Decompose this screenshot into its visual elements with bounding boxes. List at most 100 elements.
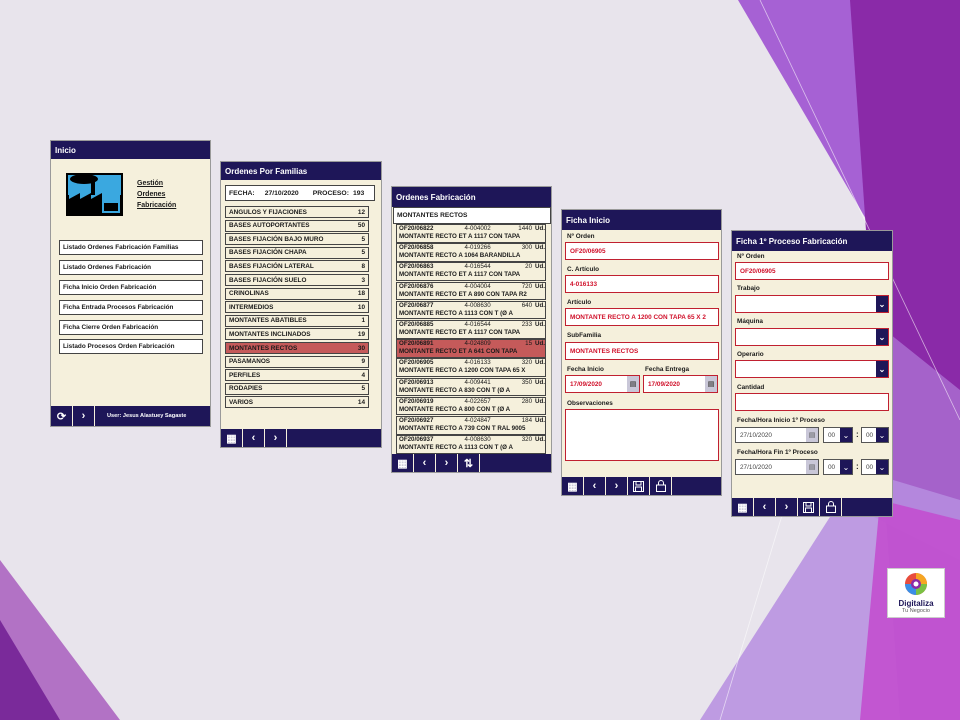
save-icon[interactable]: [798, 498, 820, 516]
time-separator: :: [856, 430, 859, 439]
menu-ficha-cierre-button[interactable]: Ficha Cierre Orden Fabricación: [59, 320, 203, 335]
family-row[interactable]: BASES FIJACIÓN SUELO 3: [225, 274, 369, 286]
order-row[interactable]: OF20/06885 4-016544 233 Ud. MONTANTE RECTO E…: [396, 320, 546, 339]
menu-ficha-inicio-button[interactable]: Ficha Inicio Orden Fabricación: [59, 280, 203, 295]
family-row[interactable]: MONTANTES ABATIBLES 1: [225, 314, 369, 327]
fin-hora-select[interactable]: 00 ⌄: [823, 459, 853, 475]
chevron-down-icon[interactable]: ⌄: [840, 460, 852, 474]
family-row[interactable]: BASES AUTOPORTANTES 50: [225, 219, 369, 232]
family-row[interactable]: BASES FIJACIÓN CHAPA 5: [225, 246, 369, 259]
menu-listado-procesos-button[interactable]: Listado Procesos Orden Fabricación: [59, 339, 203, 354]
order-row[interactable]: OF20/06927 4-024847 184 Ud. MONTANTE RECTO A…: [396, 416, 546, 435]
fin-minuto-select[interactable]: 00 ⌄: [861, 459, 889, 475]
subfamilia-field[interactable]: MONTANTES RECTOS: [565, 342, 719, 360]
inicio-fecha-field[interactable]: 27/10/2020 ▤: [735, 427, 819, 443]
grid-icon[interactable]: ▦: [562, 477, 584, 495]
grid-icon[interactable]: ▦: [732, 498, 754, 516]
operario-select[interactable]: ⌄: [735, 360, 889, 378]
chevron-left-icon[interactable]: ‹: [414, 454, 436, 472]
articulo-field[interactable]: MONTANTE RECTO A 1200 CON TAPA 65 X 2: [565, 308, 719, 326]
family-row[interactable]: BASES FIJACIÓN LATERAL 8: [225, 260, 369, 273]
menu-listado-familias-button[interactable]: Listado Ordenes Fabricación Familias: [59, 240, 203, 255]
family-count: 10: [357, 303, 365, 311]
family-name: CRINOLINAS: [229, 290, 269, 298]
calendar-icon[interactable]: ▤: [627, 376, 639, 392]
refresh-icon[interactable]: ⟳: [51, 406, 73, 426]
family-row[interactable]: INTERMEDIOS 10: [225, 301, 369, 314]
calendar-icon[interactable]: ▤: [806, 428, 818, 442]
order-number: OF20/06927: [399, 417, 434, 424]
order-number: OF20/06905: [399, 359, 434, 367]
chevron-down-icon[interactable]: ⌄: [876, 296, 888, 312]
order-row[interactable]: OF20/06876 4-004004 720 Ud. MONTANTE RECTO E…: [396, 281, 546, 301]
order-unit: Ud.: [535, 244, 545, 252]
ordenes-screen: Ordenes Fabricación MONTANTES RECTOS OF2…: [391, 186, 552, 473]
articulo-code-field[interactable]: 4-016133: [565, 275, 719, 293]
order-description: MONTANTE RECTO A 1200 CON TAPA 65 X: [399, 367, 526, 375]
order-row[interactable]: OF20/06891 4-024809 15 Ud. MONTANTE RECTO ET…: [396, 339, 546, 358]
family-row[interactable]: ANGULOS Y FIJACIONES 12: [225, 206, 369, 218]
family-row[interactable]: MONTANTES INCLINADOS 19: [225, 328, 369, 341]
order-row[interactable]: OF20/06863 4-016544 20 Ud. MONTANTE RECTO ET…: [396, 262, 546, 281]
family-filter-field[interactable]: MONTANTES RECTOS: [393, 207, 551, 224]
chevron-left-icon[interactable]: ‹: [754, 498, 776, 516]
chevron-down-icon[interactable]: ⌄: [840, 428, 852, 442]
chevron-down-icon[interactable]: ⌄: [876, 329, 888, 345]
grid-icon[interactable]: ▦: [392, 454, 414, 472]
inicio-hora-select[interactable]: 00 ⌄: [823, 427, 853, 443]
inicio-bottom-bar: ⟳ › User: Jesus Alastuey Sagaste: [51, 406, 210, 426]
chevron-down-icon[interactable]: ⌄: [876, 361, 888, 377]
family-row[interactable]: BASES FIJACIÓN BAJO MURO 5: [225, 233, 369, 246]
chevron-right-icon[interactable]: ›: [73, 406, 95, 426]
fin-fecha-field[interactable]: 27/10/2020 ▤: [735, 459, 819, 475]
chevron-left-icon[interactable]: ‹: [243, 429, 265, 447]
chevron-right-icon[interactable]: ›: [606, 477, 628, 495]
grid-icon[interactable]: ▦: [221, 429, 243, 447]
observaciones-label: Observaciones: [567, 400, 613, 407]
fecha-entrega-field[interactable]: 17/09/2020 ▤: [643, 375, 718, 393]
menu-listado-ordenes-button[interactable]: Listado Ordenes Fabricación: [59, 260, 203, 275]
cantidad-field[interactable]: [735, 393, 889, 411]
fecha-entrega-value: 17/09/2020: [648, 380, 680, 388]
chevron-right-icon[interactable]: ›: [436, 454, 458, 472]
fecha-value: 27/10/2020: [264, 189, 299, 197]
family-row[interactable]: PERFILES 4: [225, 369, 369, 382]
orden-field[interactable]: OF20/06905: [735, 262, 889, 280]
chevron-down-icon[interactable]: ⌄: [876, 428, 888, 442]
family-row[interactable]: CRINOLINAS 18: [225, 287, 369, 300]
logo-line2: Tu Negocio: [902, 608, 930, 614]
calendar-icon[interactable]: ▤: [806, 460, 818, 474]
order-row[interactable]: OF20/06822 4-004002 1440 Ud. MONTANTE RECTO …: [396, 224, 546, 243]
chevron-right-icon[interactable]: ›: [776, 498, 798, 516]
order-number: OF20/06858: [399, 244, 434, 252]
chevron-right-icon[interactable]: ›: [265, 429, 287, 447]
lock-icon[interactable]: [820, 498, 842, 516]
chevron-left-icon[interactable]: ‹: [584, 477, 606, 495]
family-name: INTERMEDIOS: [229, 303, 274, 311]
menu-ficha-entrada-button[interactable]: Ficha Entrada Procesos Fabricación: [59, 300, 203, 315]
order-row[interactable]: OF20/06937 4-008630 320 Ud. MONTANTE RECTO A…: [396, 435, 546, 454]
order-row[interactable]: OF20/06858 4-019266 300 Ud. MONTANTE RECTO A…: [396, 243, 546, 262]
maquina-select[interactable]: ⌄: [735, 328, 889, 346]
order-row[interactable]: OF20/06905 4-016133 320 Ud. MONTANTE RECTO A…: [396, 358, 546, 377]
family-row[interactable]: RODAPIES 5: [225, 382, 369, 395]
order-row[interactable]: OF20/06913 4-009441 350 Ud. MONTANTE RECTO A…: [396, 377, 546, 397]
fin-proceso-label: Fecha/Hora Fin 1º Proceso: [737, 449, 818, 456]
family-row[interactable]: PASAMANOS 9: [225, 355, 369, 368]
chevron-down-icon[interactable]: ⌄: [876, 460, 888, 474]
family-count: 5: [361, 249, 365, 257]
family-row[interactable]: MONTANTES RECTOS 30: [225, 342, 369, 354]
calendar-icon[interactable]: ▤: [705, 376, 717, 392]
sort-icon[interactable]: ⇅: [458, 454, 480, 472]
fecha-inicio-field[interactable]: 17/09/2020 ▤: [565, 375, 640, 393]
observaciones-field[interactable]: [565, 409, 719, 461]
order-row[interactable]: OF20/06919 4-022657 280 Ud. MONTANTE RECTO A…: [396, 396, 546, 416]
orden-field[interactable]: OF20/06905: [565, 242, 719, 260]
save-icon[interactable]: [628, 477, 650, 495]
lock-icon[interactable]: [650, 477, 672, 495]
inicio-minuto-select[interactable]: 00 ⌄: [861, 427, 889, 443]
order-qty: 720: [521, 282, 533, 290]
order-row[interactable]: OF20/06877 4-008630 640 Ud. MONTANTE RECTO A…: [396, 300, 546, 320]
trabajo-select[interactable]: ⌄: [735, 295, 889, 313]
family-row[interactable]: VARIOS 14: [225, 396, 369, 409]
